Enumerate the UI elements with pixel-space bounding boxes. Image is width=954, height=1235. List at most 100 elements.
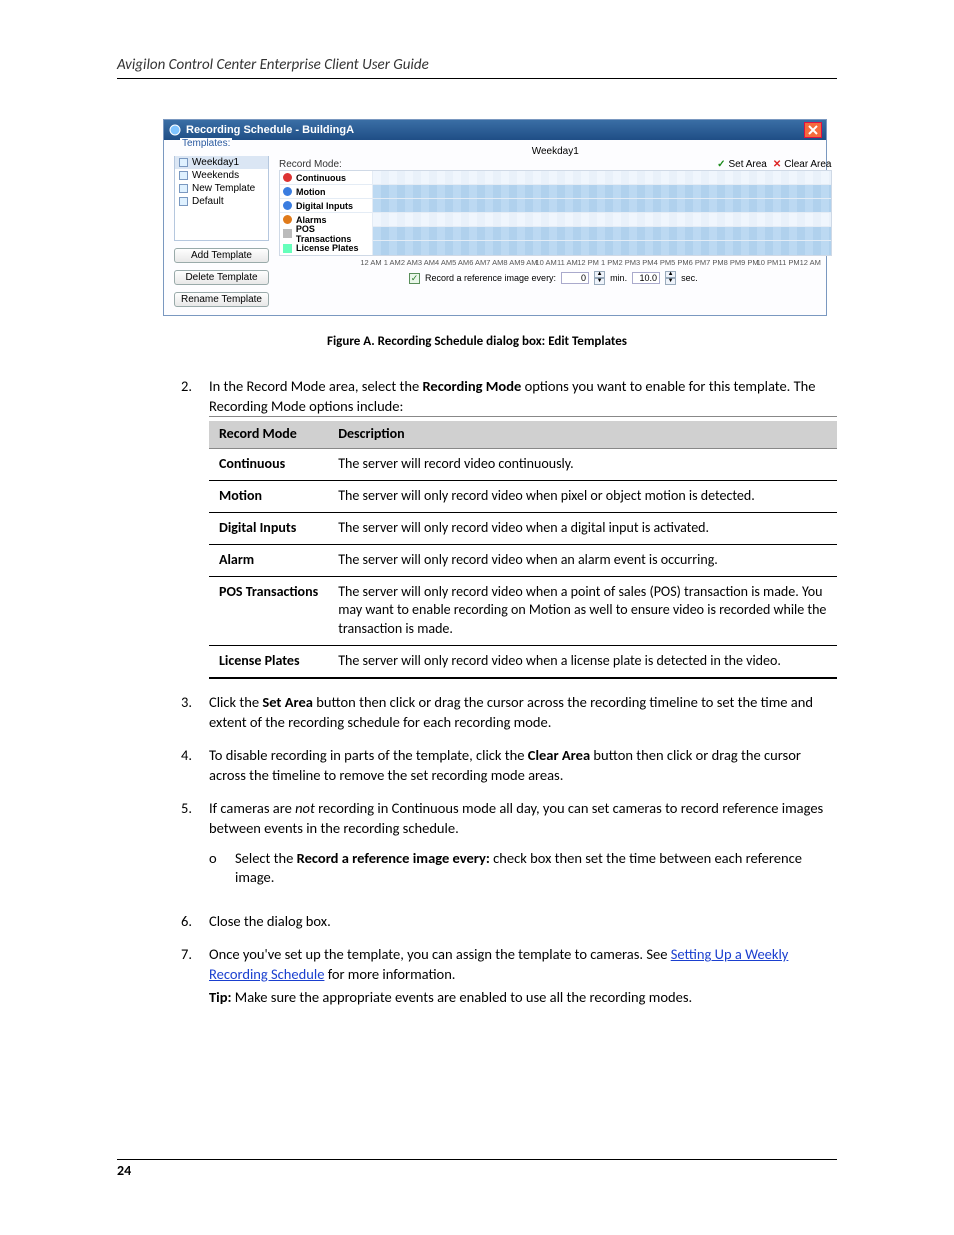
step-text-bold: Clear Area — [528, 746, 590, 764]
mode-label: Continuous — [296, 173, 346, 183]
table-row: License PlatesThe server will only recor… — [209, 646, 837, 678]
step-number: 6. — [181, 912, 209, 932]
reference-image-row: Record a reference image every: ▲▼ min. … — [279, 271, 832, 285]
page-number: 24 — [117, 1162, 837, 1179]
sub-step-bold: Record a reference image every: — [297, 849, 490, 867]
table-row: MotionThe server will only record video … — [209, 480, 837, 512]
list-item-label: Weekday1 — [192, 157, 239, 168]
continuous-icon — [283, 173, 292, 182]
dialog-title: Recording Schedule - BuildingA — [186, 124, 354, 136]
step-number: 2. — [181, 377, 209, 679]
min-spinner[interactable]: ▲▼ — [594, 271, 605, 285]
x-icon: ✕ — [773, 159, 781, 170]
spin-down-icon[interactable]: ▼ — [594, 278, 605, 285]
step-number: 3. — [181, 693, 209, 732]
timeline-lpr[interactable] — [372, 241, 831, 255]
spin-down-icon[interactable]: ▼ — [665, 278, 676, 285]
step-7: 7. Once you've set up the template, you … — [181, 945, 837, 1008]
time-axis: 12 AM1 AM2 AM3 AM4 AM5 AM6 AM7 AM8 AM9 A… — [279, 256, 832, 267]
header-rule — [117, 78, 837, 79]
table-row: Digital InputsThe server will only recor… — [209, 512, 837, 544]
step-text-bold: Set Area — [262, 693, 313, 711]
mode-row-digital[interactable]: Digital Inputs — [280, 199, 831, 213]
timeline-continuous[interactable] — [372, 171, 831, 184]
mode-row-motion[interactable]: Motion — [280, 185, 831, 199]
record-mode-label: Record Mode: — [279, 159, 342, 170]
schedule-grid[interactable]: Continuous Motion Digital Inputs Al — [279, 170, 832, 256]
list-item[interactable]: New Template — [175, 182, 268, 195]
selected-template-name: Weekday1 — [279, 146, 832, 157]
lpr-icon — [283, 244, 292, 253]
list-item[interactable]: Weekday1 — [175, 156, 268, 169]
tip-label: Tip: — [209, 988, 232, 1006]
step-text: Close the dialog box. — [209, 912, 331, 930]
clear-area-button[interactable]: ✕Clear Area — [773, 159, 832, 170]
sec-spinner[interactable]: ▲▼ — [665, 271, 676, 285]
step-number: 5. — [181, 799, 209, 897]
sub-bullet: o — [209, 849, 235, 888]
motion-icon — [283, 187, 292, 196]
dialog-titlebar[interactable]: Recording Schedule - BuildingA — [164, 120, 826, 140]
table-row: ContinuousThe server will record video c… — [209, 449, 837, 481]
step-text-italic: not — [295, 799, 315, 817]
step-text-bold: Recording Mode — [422, 377, 521, 395]
figure-caption: Figure A. Recording Schedule dialog box:… — [117, 334, 837, 349]
list-item-label: Default — [192, 196, 224, 207]
record-mode-table: Record Mode Description ContinuousThe se… — [209, 421, 837, 678]
step-text: Once you've set up the template, you can… — [209, 945, 671, 963]
page-footer: 24 — [117, 1159, 837, 1179]
recording-schedule-dialog: Recording Schedule - BuildingA Templates… — [163, 119, 827, 316]
mode-row-lpr[interactable]: License Plates — [280, 241, 831, 255]
step-5: 5. If cameras are not recording in Conti… — [181, 799, 837, 897]
step-6: 6. Close the dialog box. — [181, 912, 837, 932]
step-3: 3. Click the Set Area button then click … — [181, 693, 837, 732]
spin-up-icon[interactable]: ▲ — [594, 271, 605, 278]
min-unit: min. — [610, 273, 627, 283]
close-icon[interactable] — [804, 122, 822, 138]
table-header: Record Mode — [209, 421, 328, 448]
step-2: 2. In the Record Mode area, select the R… — [181, 377, 837, 679]
spin-up-icon[interactable]: ▲ — [665, 271, 676, 278]
doc-header-title: Avigilon Control Center Enterprise Clien… — [117, 56, 837, 74]
digital-inputs-icon — [283, 201, 292, 210]
table-header: Description — [328, 421, 837, 448]
list-item[interactable]: Weekends — [175, 169, 268, 182]
mode-label: Digital Inputs — [296, 201, 353, 211]
rename-template-button[interactable]: Rename Template — [174, 292, 269, 307]
step-text: In the Record Mode area, select the — [209, 377, 422, 395]
list-item-label: New Template — [192, 183, 255, 194]
step-text: To disable recording in parts of the tem… — [209, 746, 528, 764]
sub-step: o Select the Record a reference image ev… — [209, 849, 837, 888]
templates-group-label: Templates: — [180, 138, 232, 149]
list-item[interactable]: Default — [175, 195, 268, 208]
timeline-alarms[interactable] — [372, 213, 831, 226]
set-area-button[interactable]: ✓ Set Area — [717, 159, 767, 170]
delete-template-button[interactable]: Delete Template — [174, 270, 269, 285]
mode-row-continuous[interactable]: Continuous — [280, 171, 831, 185]
reference-min-input[interactable] — [561, 272, 589, 284]
mode-label: Motion — [296, 187, 326, 197]
mode-row-pos[interactable]: POS Transactions — [280, 227, 831, 241]
reference-image-checkbox[interactable] — [409, 273, 420, 284]
add-template-button[interactable]: Add Template — [174, 248, 269, 263]
mode-label: License Plates — [296, 243, 359, 253]
timeline-pos[interactable] — [372, 227, 831, 240]
check-icon: ✓ — [717, 159, 725, 170]
tip: Tip: Make sure the appropriate events ar… — [209, 988, 837, 1008]
table-row: POS TransactionsThe server will only rec… — [209, 576, 837, 646]
reference-sec-input[interactable] — [632, 272, 660, 284]
list-item-label: Weekends — [192, 170, 239, 181]
templates-list[interactable]: Weekday1 Weekends New Template Default — [174, 156, 269, 241]
timeline-digital[interactable] — [372, 199, 831, 212]
table-row: AlarmThe server will only record video w… — [209, 544, 837, 576]
timeline-motion[interactable] — [372, 185, 831, 198]
sub-step-text: Select the — [235, 849, 297, 867]
pos-icon — [283, 229, 292, 238]
step-4: 4. To disable recording in parts of the … — [181, 746, 837, 785]
sec-unit: sec. — [681, 273, 698, 283]
step-text: for more information. — [324, 965, 455, 983]
step-number: 4. — [181, 746, 209, 785]
step-text: Click the — [209, 693, 262, 711]
step-number: 7. — [181, 945, 209, 1008]
set-area-label: Set Area — [729, 159, 767, 170]
